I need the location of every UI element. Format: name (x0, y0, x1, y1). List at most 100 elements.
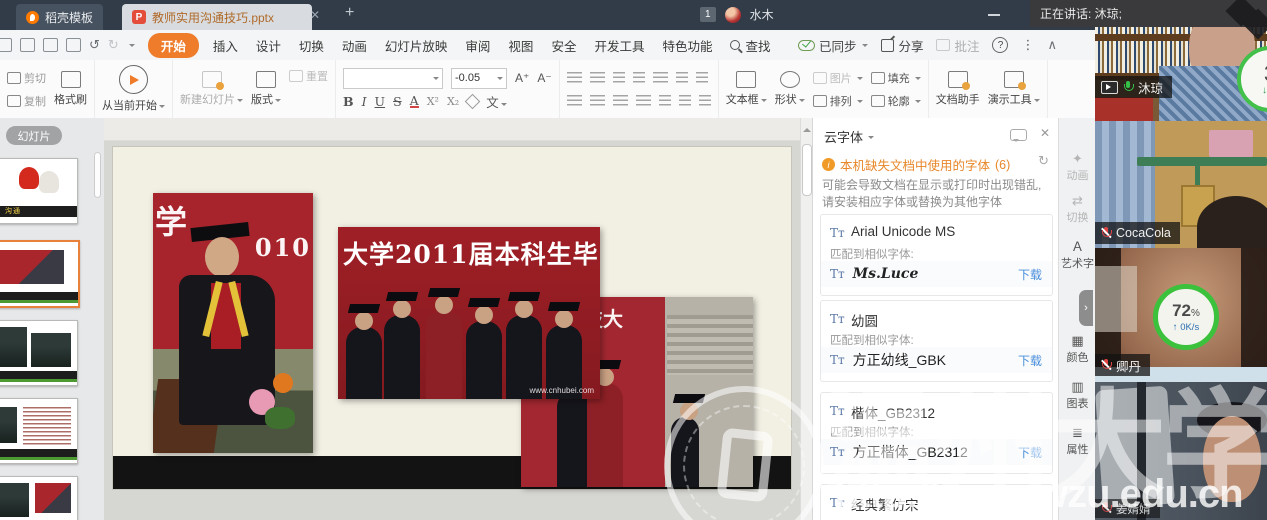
tab-docer-templates[interactable]: 稻壳模板 (16, 4, 103, 30)
fill-button[interactable]: 填充 (871, 70, 921, 86)
numbered-list-icon[interactable] (590, 72, 605, 83)
search-button[interactable]: 查找 (721, 36, 779, 55)
slide-photo-podium[interactable]: 学 010 (153, 193, 313, 453)
reset-button[interactable]: 重置 (289, 68, 328, 84)
arrange-button[interactable]: 排列 (813, 93, 863, 109)
new-tab-button[interactable]: + (345, 4, 354, 22)
decrease-font-icon[interactable]: A⁻ (537, 71, 551, 85)
strip-wordart[interactable]: Ａ 艺术字 (1059, 240, 1096, 271)
strip-color[interactable]: ▦ 颜色 (1059, 334, 1096, 365)
align-center-icon[interactable] (590, 95, 605, 106)
current-slide[interactable]: 学 010 技大 大学2011届本科生毕 (112, 146, 792, 490)
strip-properties[interactable]: ≣ 属性 (1059, 426, 1096, 457)
line-spacing-icon[interactable] (679, 95, 691, 106)
download-link[interactable]: 下载 (1018, 444, 1042, 461)
text-direction-icon[interactable] (653, 72, 668, 83)
textbox-button[interactable]: 文本框 (726, 71, 767, 107)
bullet-list-icon[interactable] (567, 72, 582, 83)
menu-review[interactable]: 审阅 (456, 36, 499, 55)
new-slide-button[interactable]: 新建幻灯片 (180, 71, 243, 107)
subscript-button[interactable]: X₂ (447, 95, 459, 108)
format-painter-button[interactable]: 格式刷 (54, 71, 87, 107)
sync-status[interactable]: 已同步 (798, 36, 869, 55)
shapes-button[interactable]: 形状 (775, 71, 805, 107)
participant-tile[interactable]: 姜婧婧 (1095, 382, 1267, 520)
play-from-current-button[interactable]: 从当前开始 (102, 65, 165, 113)
feedback-icon[interactable] (1010, 129, 1027, 141)
slide-thumbnail-1[interactable]: 沟通 (0, 158, 78, 224)
copy-button[interactable]: 复制 (7, 93, 46, 109)
paragraph-settings-icon[interactable] (699, 95, 711, 106)
justify-icon[interactable] (636, 95, 651, 106)
bold-button[interactable]: B (343, 94, 354, 109)
outline-button[interactable]: 轮廓 (871, 93, 921, 109)
distribute-icon[interactable] (659, 95, 671, 106)
print-icon[interactable] (43, 38, 58, 52)
menu-features[interactable]: 特色功能 (653, 36, 721, 55)
slide-thumbnail-3[interactable] (0, 320, 78, 386)
collapse-ribbon-icon[interactable]: ∧ (1047, 37, 1057, 53)
menu-security[interactable]: 安全 (542, 36, 585, 55)
cut-button[interactable]: 剪切 (7, 70, 46, 86)
slides-tab[interactable]: 幻灯片 (6, 126, 62, 145)
print-preview-icon[interactable] (66, 38, 81, 52)
clear-format-icon[interactable] (465, 93, 481, 109)
scroll-up-icon[interactable] (803, 124, 811, 132)
minimize-icon[interactable] (988, 14, 1000, 16)
picture-button[interactable]: 图片 (813, 70, 863, 86)
redo-icon[interactable]: ↻ (108, 37, 119, 53)
increase-indent-icon[interactable] (633, 72, 645, 83)
align-left-icon[interactable] (567, 95, 582, 106)
font-color-button[interactable]: A (410, 95, 419, 108)
help-icon[interactable]: ? (992, 37, 1008, 53)
strikethrough-button[interactable]: S (393, 94, 402, 109)
cut-quick-icon[interactable] (0, 38, 12, 52)
download-link[interactable]: 下载 (1018, 266, 1042, 283)
doc-assistant-button[interactable]: 文档助手 (936, 71, 980, 107)
presentation-tools-button[interactable]: 演示工具 (988, 71, 1040, 107)
menu-animation[interactable]: 动画 (333, 36, 376, 55)
save-icon[interactable] (20, 38, 35, 52)
strip-animation[interactable]: ✦ 动画 (1059, 152, 1096, 183)
collapse-pane-handle[interactable]: › (1079, 290, 1093, 326)
superscript-button[interactable]: X² (427, 95, 439, 108)
comment-button[interactable]: 批注 (936, 36, 979, 55)
slide-photo-group[interactable]: 大学2011届本科生毕 www.cnhubei.com (338, 227, 600, 399)
align-top-icon[interactable] (676, 72, 688, 83)
menu-view[interactable]: 视图 (499, 36, 542, 55)
close-tab-icon[interactable]: ✕ (310, 8, 320, 22)
menu-design[interactable]: 设计 (247, 36, 290, 55)
menu-slideshow[interactable]: 幻灯片放映 (376, 36, 457, 55)
panel-title[interactable]: 云字体 (824, 127, 874, 146)
share-button[interactable]: 分享 (881, 36, 923, 55)
more-icon[interactable]: ⋮ (1021, 37, 1034, 53)
participant-tile[interactable]: 72% ↑ 0K/s 卿丹 (1095, 248, 1267, 383)
increase-font-icon[interactable]: A⁺ (515, 71, 529, 85)
italic-button[interactable]: I (362, 94, 367, 109)
menu-home[interactable]: 开始 (148, 33, 199, 58)
avatar[interactable] (725, 7, 741, 23)
menu-transition[interactable]: 切换 (290, 36, 333, 55)
canvas-scroll-thumb[interactable] (802, 144, 812, 196)
menu-insert[interactable]: 插入 (204, 36, 247, 55)
columns-icon[interactable] (696, 72, 708, 83)
text-tool-button[interactable]: 文 (486, 92, 507, 111)
menu-devtools[interactable]: 开发工具 (585, 36, 653, 55)
slide-thumbnail-2-selected[interactable] (0, 240, 80, 308)
close-panel-icon[interactable]: ✕ (1040, 126, 1050, 140)
font-size-select[interactable]: -0.05 (451, 68, 507, 89)
refresh-icon[interactable]: ↻ (1038, 153, 1049, 169)
slide-canvas[interactable]: 学 010 技大 大学2011届本科生毕 (104, 118, 800, 520)
align-right-icon[interactable] (613, 95, 628, 106)
font-family-select[interactable] (343, 68, 443, 89)
participant-tile[interactable]: CocaCola (1095, 121, 1267, 249)
undo-icon[interactable]: ↺ (89, 37, 100, 53)
layout-button[interactable]: 版式 (251, 71, 281, 107)
strip-chart[interactable]: ▥ 图表 (1059, 380, 1096, 411)
underline-button[interactable]: U (375, 94, 386, 109)
strip-transition[interactable]: ⇄ 切换 (1059, 194, 1096, 225)
decrease-indent-icon[interactable] (613, 72, 625, 83)
tab-document[interactable]: P 教师实用沟通技巧.pptx (122, 4, 312, 30)
quick-access-caret-icon[interactable] (129, 44, 135, 50)
notification-badge[interactable]: 1 (700, 7, 716, 22)
